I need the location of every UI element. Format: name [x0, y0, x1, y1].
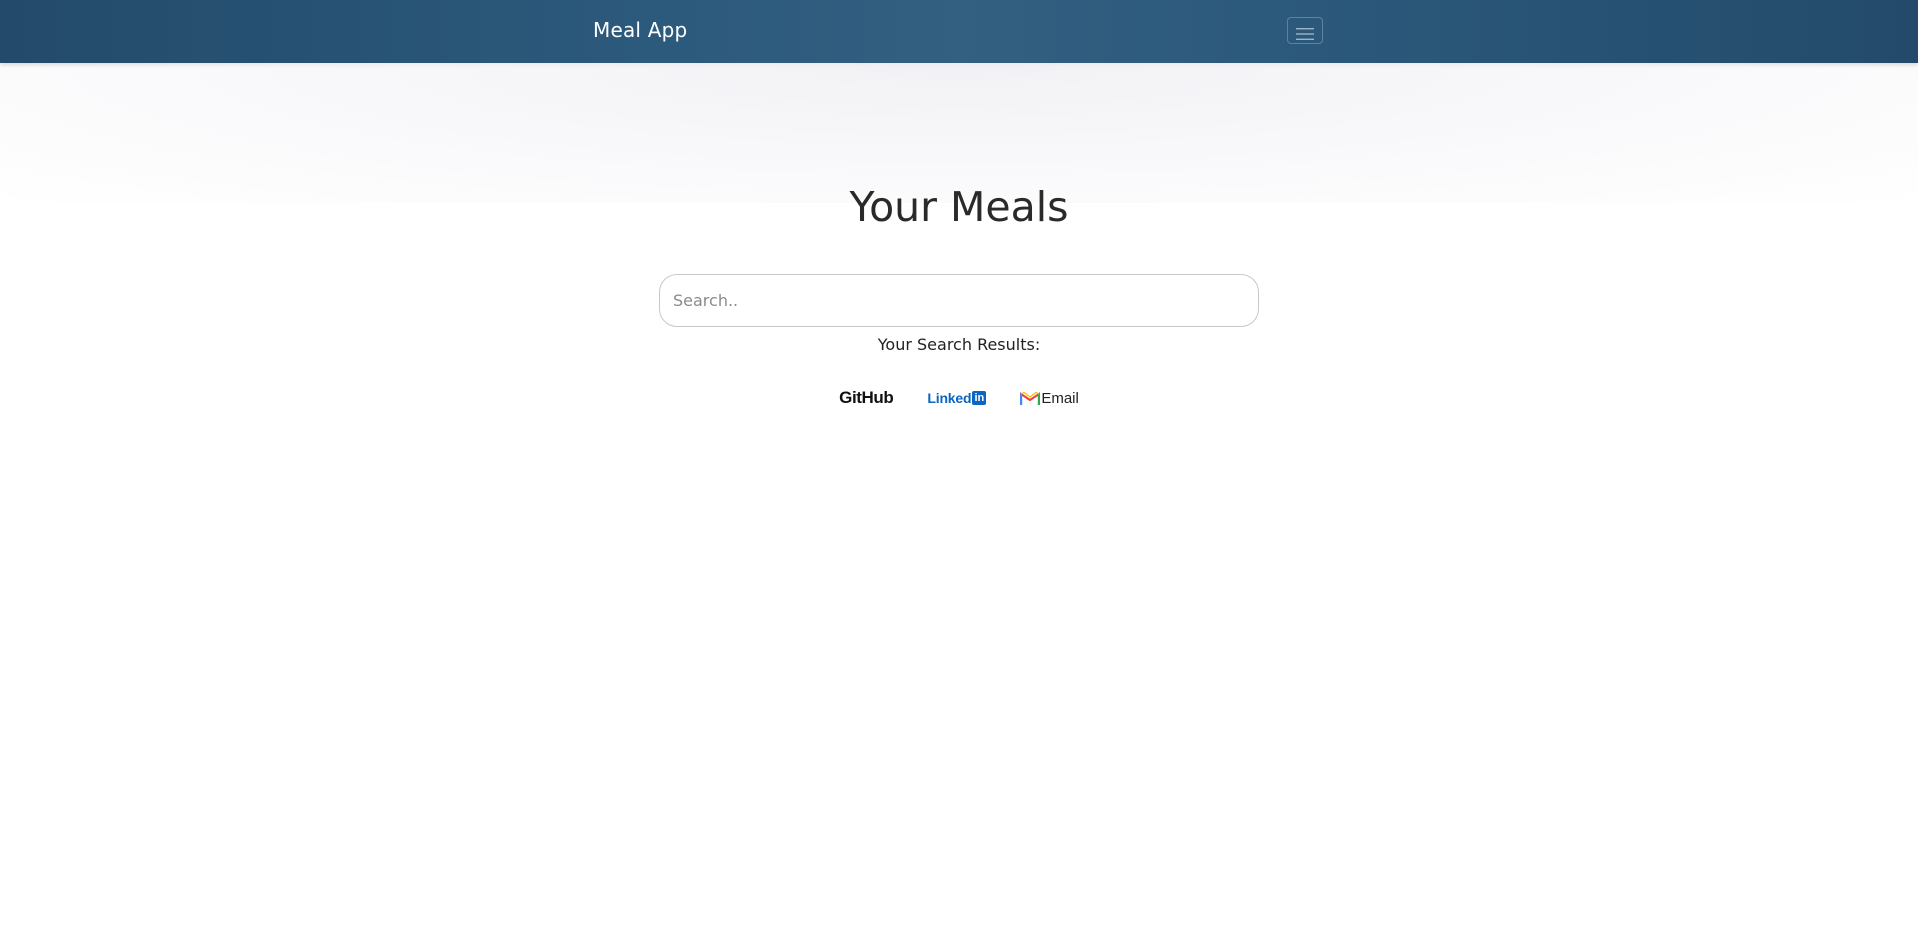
search-input[interactable] [659, 274, 1259, 327]
brand-link[interactable]: Meal App [593, 18, 687, 42]
linkedin-link[interactable]: Linked in [927, 390, 987, 406]
email-link[interactable]: Email [1020, 390, 1079, 407]
header-shadow [0, 63, 1918, 203]
email-label: Email [1041, 389, 1079, 407]
gmail-icon [1020, 391, 1041, 405]
linkedin-badge: in [972, 391, 987, 405]
github-logo: GitHub [839, 388, 894, 407]
page-title: Your Meals [849, 183, 1069, 231]
navbar: Meal App [0, 0, 1918, 63]
linkedin-logo-text: Linked [927, 390, 972, 406]
search-results-label: Your Search Results: [877, 335, 1041, 354]
hamburger-menu-icon [1296, 27, 1314, 40]
menu-toggle-button[interactable] [1287, 17, 1323, 44]
social-links: GitHub Linked in Email [0, 388, 1918, 408]
github-link[interactable]: GitHub [839, 388, 894, 408]
